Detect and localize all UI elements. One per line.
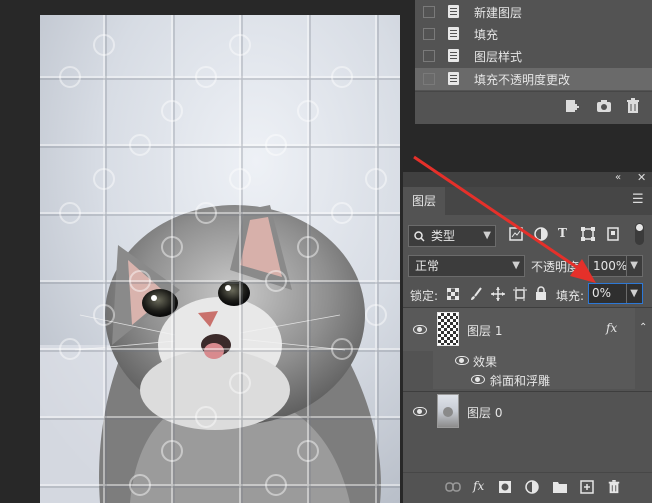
fill-value: 0%	[592, 286, 612, 300]
blend-mode-select[interactable]: 正常 ▼	[408, 255, 525, 277]
history-item-label: 填充	[474, 28, 499, 42]
effect-item-label: 斜面和浮雕	[490, 374, 551, 388]
type-layer-filter-icon[interactable]: T	[558, 226, 567, 240]
effects-label: 效果	[473, 355, 498, 369]
lock-image-pixels-brush-icon[interactable]	[469, 287, 483, 301]
chevron-down-icon: ▼	[512, 260, 520, 271]
panel-tab-row: 图层 ☰	[403, 187, 652, 215]
lock-transparent-pixels-icon[interactable]	[447, 288, 459, 300]
tab-layers[interactable]: 图层	[403, 187, 445, 215]
kitten-photo	[40, 15, 400, 503]
effects-row[interactable]: 效果	[433, 351, 635, 370]
pixel-layer-filter-icon[interactable]	[509, 227, 523, 241]
prevent-auto-nesting-icon[interactable]	[513, 287, 527, 301]
fill-label: 填充:	[556, 289, 585, 303]
opacity-label: 不透明度:	[531, 260, 584, 274]
opacity-value: 100%	[593, 259, 628, 273]
visibility-eye-icon[interactable]	[413, 407, 427, 416]
new-layer-icon[interactable]	[580, 480, 594, 494]
new-group-folder-icon[interactable]	[553, 481, 567, 493]
panel-title-bar: « ✕	[403, 171, 652, 187]
history-item-label: 新建图层	[474, 6, 523, 20]
visibility-eye-icon[interactable]	[413, 325, 427, 334]
history-item-label: 图层样式	[474, 50, 523, 64]
history-item-selected[interactable]: 填充不透明度更改	[415, 68, 652, 90]
history-panel: 新建图层 填充 图层样式 填充不透明度更改	[415, 0, 652, 124]
chevron-down-icon[interactable]: ▼	[626, 284, 638, 303]
snapshot-source-checkbox[interactable]	[423, 6, 435, 18]
filter-type-label: 类型	[431, 229, 456, 243]
visibility-eye-icon[interactable]	[471, 375, 485, 384]
trash-icon[interactable]	[607, 479, 621, 495]
close-panel-icon[interactable]: ✕	[637, 171, 646, 184]
adjustment-layer-icon[interactable]	[525, 480, 539, 494]
effect-item-row[interactable]: 斜面和浮雕	[433, 370, 635, 389]
history-bottom-bar	[415, 91, 652, 122]
opacity-input[interactable]: 100% ▼	[588, 255, 643, 277]
fill-document-icon	[448, 27, 459, 40]
fx-badge[interactable]: fx	[606, 321, 617, 335]
trash-icon[interactable]	[625, 98, 641, 114]
chevron-down-icon[interactable]: ▼	[626, 256, 638, 276]
history-item-label: 填充不透明度更改	[474, 73, 571, 87]
layer-name: 图层 1	[467, 324, 503, 338]
layer-filter-select[interactable]: 类型 ▼	[408, 225, 496, 247]
lock-all-icon[interactable]	[535, 286, 547, 300]
history-item[interactable]: 填充	[415, 23, 652, 45]
layer-row-layer-0[interactable]: 图层 0	[403, 392, 635, 430]
new-document-from-state-icon[interactable]	[564, 98, 580, 114]
visibility-eye-icon[interactable]	[455, 356, 469, 365]
layers-panel: « ✕ 图层 ☰ 类型 ▼ T 正常 ▼ 不透明度: 100% ▼ 锁定: 填充…	[403, 171, 652, 503]
chevron-down-icon: ▼	[483, 230, 491, 241]
add-mask-icon[interactable]	[498, 480, 512, 494]
filter-toggle-switch[interactable]	[635, 223, 644, 245]
layer-name: 图层 0	[467, 406, 503, 420]
link-layers-icon[interactable]	[445, 482, 461, 492]
camera-snapshot-icon[interactable]	[596, 98, 612, 114]
fill-opacity-input[interactable]: 0% ▼	[588, 283, 643, 304]
history-item[interactable]: 图层样式	[415, 45, 652, 67]
search-icon	[414, 231, 425, 242]
history-item[interactable]: 新建图层	[415, 1, 652, 23]
chevron-up-icon[interactable]: ⌃	[639, 322, 647, 333]
smart-object-filter-icon[interactable]	[606, 227, 620, 241]
adjustment-layer-filter-icon[interactable]	[534, 227, 548, 241]
add-layer-style-fx-button[interactable]: fx	[473, 479, 484, 493]
layer-row-layer-1[interactable]: 图层 1 fx	[403, 308, 635, 351]
document-icon	[448, 49, 459, 62]
lock-label: 锁定:	[410, 289, 439, 303]
collapse-panel-icon[interactable]: «	[615, 172, 621, 183]
snapshot-source-checkbox[interactable]	[423, 73, 435, 85]
layer-thumbnail-transparent	[437, 312, 459, 346]
document-icon	[448, 72, 459, 85]
snapshot-source-checkbox[interactable]	[423, 28, 435, 40]
snapshot-source-checkbox[interactable]	[423, 50, 435, 62]
document-icon	[448, 5, 459, 18]
panel-menu-icon[interactable]: ☰	[632, 192, 644, 207]
document-canvas[interactable]	[40, 15, 400, 503]
lock-position-move-icon[interactable]	[491, 287, 505, 301]
blend-mode-value: 正常	[415, 259, 440, 273]
shape-layer-filter-icon[interactable]	[581, 227, 595, 241]
layers-bottom-bar: fx	[403, 472, 652, 503]
layer-thumbnail-kitten	[437, 394, 459, 428]
